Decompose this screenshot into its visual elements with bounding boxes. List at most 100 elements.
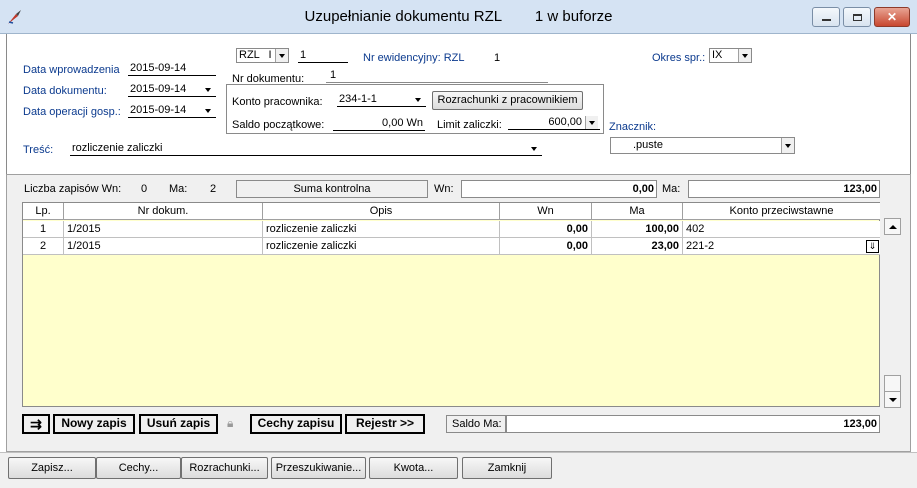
column-header-nr-dokum: Nr dokum. xyxy=(64,203,263,220)
data-dokumentu-value: 2015-09-14 xyxy=(130,83,187,95)
switch-view-button[interactable]: ⇉ xyxy=(22,414,50,434)
triangle-up-icon xyxy=(888,224,897,229)
data-wprowadzenia-field: 2015-09-14 xyxy=(128,62,216,76)
table-cell-konto[interactable]: 221-2 xyxy=(683,238,880,255)
table-cell-opis[interactable]: rozliczenie zaliczki xyxy=(263,221,500,238)
zapisz-button[interactable]: Zapisz... xyxy=(8,457,96,479)
scroll-down-button[interactable] xyxy=(884,391,901,408)
nr-ewidencyjny-value: 1 xyxy=(494,52,501,64)
tresc-label: Treść: xyxy=(23,144,54,156)
scroll-up-button[interactable] xyxy=(884,218,901,235)
data-wprowadzenia-label: Data wprowadzenia xyxy=(23,64,120,76)
suma-kontrolna-label: Suma kontrolna xyxy=(236,180,428,198)
suma-ma-value: 123,00 xyxy=(688,180,880,198)
column-header-wn: Wn xyxy=(500,203,592,220)
table-cell-lp[interactable]: 2 xyxy=(23,238,64,255)
rozrachunki-z-pracownikiem-button[interactable]: Rozrachunki z pracownikiem xyxy=(432,91,583,110)
table-cell-lp[interactable]: 1 xyxy=(23,221,64,238)
table-cell-wn[interactable]: 0,00 xyxy=(500,221,592,238)
cechy-zapisu-button[interactable]: Cechy zapisu xyxy=(250,414,342,434)
doc-type-select[interactable]: RZL I xyxy=(236,48,289,63)
table-cell-nr[interactable]: 1/2015 xyxy=(64,238,263,255)
zamknij-button[interactable]: Zamknij xyxy=(462,457,552,479)
saldo-ma-label: Saldo Ma: xyxy=(446,415,506,433)
kwota-button[interactable]: Kwota... xyxy=(369,457,458,479)
tresc-value: rozliczenie zaliczki xyxy=(72,142,163,154)
okres-select[interactable]: IX xyxy=(709,48,752,63)
chevron-down-icon[interactable] xyxy=(275,49,288,62)
nowy-zapis-button[interactable]: Nowy zapis xyxy=(53,414,135,434)
column-header-lp: Lp. xyxy=(23,203,64,220)
limit-zaliczki-field[interactable]: 600,00 xyxy=(508,116,600,130)
minimize-icon xyxy=(821,19,831,21)
cechy-button[interactable]: Cechy... xyxy=(96,457,181,479)
table-cell-konto-value: 221-2 xyxy=(686,240,715,252)
data-operacji-field[interactable]: 2015-09-14 xyxy=(128,104,216,118)
przeszukiwanie-button[interactable]: Przeszukiwanie... xyxy=(271,457,366,479)
liczba-zapisow-label: Liczba zapisów Wn: xyxy=(24,183,122,195)
lookup-icon[interactable]: ⇓ xyxy=(866,240,879,253)
nr-dokumentu-value: 1 xyxy=(330,69,337,81)
entries-table: Lp. Nr dokum. Opis Wn Ma Konto przeciwst… xyxy=(22,202,880,407)
scroll-thumb[interactable] xyxy=(884,375,901,392)
chevron-down-icon[interactable] xyxy=(738,49,751,62)
doc-number-field[interactable]: 1 xyxy=(298,49,348,63)
nr-ewidencyjny-label: Nr ewidencyjny: RZL xyxy=(363,52,465,64)
liczba-zapisow-ma: 2 xyxy=(210,183,217,195)
tresc-field[interactable]: rozliczenie zaliczki xyxy=(70,142,542,156)
rozrachunki-button[interactable]: Rozrachunki... xyxy=(181,457,268,479)
saldo-poczatkowe-label: Saldo początkowe: xyxy=(232,119,325,131)
column-header-konto-przeciwstawne: Konto przeciwstawne xyxy=(683,203,880,220)
liczba-zapisow-wn: 0 xyxy=(141,183,148,195)
table-cell-opis[interactable]: rozliczenie zaliczki xyxy=(263,238,500,255)
limit-zaliczki-value: 600,00 xyxy=(548,116,582,128)
column-header-opis: Opis xyxy=(263,203,500,220)
rejestr-button[interactable]: Rejestr >> xyxy=(345,414,425,434)
window-title: Uzupełnianie dokumentu RZL 1 w buforze xyxy=(304,8,613,25)
column-header-ma: Ma xyxy=(592,203,683,220)
chevron-down-icon[interactable] xyxy=(585,116,598,129)
minimize-button[interactable] xyxy=(812,7,840,27)
close-icon: ✕ xyxy=(886,10,898,24)
bottom-button-bar: Zapisz... Cechy... Rozrachunki... Przesz… xyxy=(0,452,917,488)
table-cell-ma[interactable]: 100,00 xyxy=(592,221,683,238)
limit-zaliczki-label: Limit zaliczki: xyxy=(437,119,502,131)
chevron-down-icon[interactable] xyxy=(527,142,540,155)
table-cell-ma[interactable]: 23,00 xyxy=(592,238,683,255)
maximize-button[interactable] xyxy=(843,7,871,27)
doc-type-suffix: I xyxy=(268,49,272,61)
saldo-ma-value: 123,00 xyxy=(506,415,880,433)
title-bar: Uzupełnianie dokumentu RZL 1 w buforze ✕ xyxy=(0,0,917,34)
konto-pracownika-value: 234-1-1 xyxy=(339,93,377,105)
lock-icon[interactable]: 🔒︎ xyxy=(227,416,241,432)
chevron-down-icon[interactable] xyxy=(781,138,794,153)
suma-ma-label: Ma: xyxy=(662,183,681,195)
chevron-down-icon[interactable] xyxy=(201,104,214,117)
usun-zapis-button[interactable]: Usuń zapis xyxy=(139,414,218,434)
konto-pracownika-field[interactable]: 234-1-1 xyxy=(337,93,426,107)
suma-wn-label: Wn: xyxy=(434,183,454,195)
nr-dokumentu-field[interactable]: 1 xyxy=(326,69,548,83)
close-window-button[interactable]: ✕ xyxy=(874,7,910,27)
data-dokumentu-label: Data dokumentu: xyxy=(23,85,107,97)
chevron-down-icon[interactable] xyxy=(201,83,214,96)
znacznik-value: .puste xyxy=(633,139,663,151)
triangle-down-icon xyxy=(888,397,897,402)
double-arrow-icon: ⇉ xyxy=(30,415,42,432)
doc-type-value: RZL xyxy=(239,49,260,61)
liczba-zapisow-ma-label: Ma: xyxy=(169,183,188,195)
znacznik-label: Znacznik: xyxy=(609,121,657,133)
konto-pracownika-label: Konto pracownika: xyxy=(232,96,323,108)
data-dokumentu-field[interactable]: 2015-09-14 xyxy=(128,83,216,97)
saldo-poczatkowe-value: 0,00 Wn xyxy=(333,117,425,131)
okres-value: IX xyxy=(712,49,723,61)
table-cell-nr[interactable]: 1/2015 xyxy=(64,221,263,238)
znacznik-select[interactable]: .puste xyxy=(610,137,795,154)
table-cell-wn[interactable]: 0,00 xyxy=(500,238,592,255)
maximize-icon xyxy=(852,13,862,21)
data-operacji-value: 2015-09-14 xyxy=(130,104,187,116)
okres-label: Okres spr.: xyxy=(652,52,706,64)
chevron-down-icon[interactable] xyxy=(411,93,424,106)
table-cell-konto[interactable]: 402 xyxy=(683,221,880,238)
suma-wn-value: 0,00 xyxy=(461,180,657,198)
